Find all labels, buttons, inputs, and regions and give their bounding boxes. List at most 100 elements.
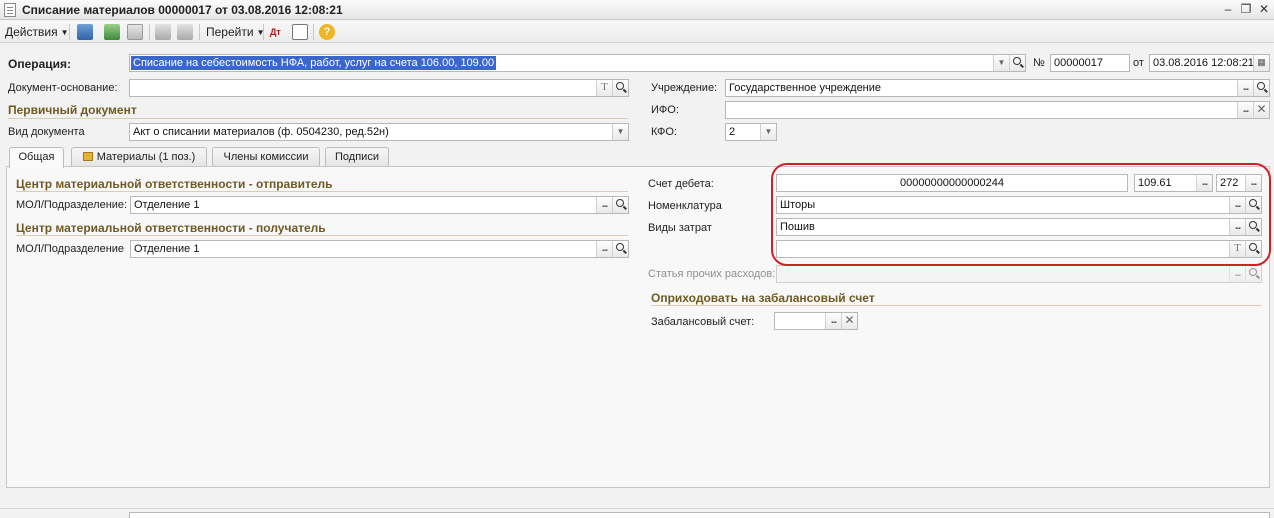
toolbar: Действия ▼ Перейти ▼ Дт ?: [0, 21, 1274, 43]
institution-label: Учреждение:: [651, 82, 718, 94]
date-value: 03.08.2016 12:08:21: [1153, 57, 1254, 69]
more-icon: ...: [1234, 268, 1241, 279]
more-icon: ...: [601, 243, 608, 254]
toolbar-divider: [149, 24, 150, 40]
section-divider: [16, 235, 628, 236]
offbalance-choose-button[interactable]: ...: [825, 313, 841, 329]
window-title-bar: Списание материалов 00000017 от 03.08.20…: [0, 0, 1274, 20]
operation-search-button[interactable]: [1009, 55, 1025, 71]
debit-credit-icon[interactable]: Дт: [270, 24, 286, 40]
bottom-strip: [0, 508, 1274, 518]
chevron-down-icon: ▼: [764, 127, 773, 136]
type-icon: T: [601, 81, 608, 93]
search-icon: [616, 199, 624, 207]
search-icon: [1013, 57, 1021, 65]
other-expenses-choose-button[interactable]: ...: [1229, 266, 1245, 282]
calendar-button[interactable]: ▦: [1253, 55, 1269, 71]
search-icon: [616, 243, 624, 251]
goto-menu[interactable]: Перейти ▼: [206, 25, 264, 39]
kfo-dropdown-button[interactable]: ▼: [760, 124, 776, 140]
institution-search-button[interactable]: [1253, 80, 1269, 96]
more-icon: ...: [830, 315, 837, 326]
calendar-icon: ▦: [1257, 57, 1266, 67]
institution-field[interactable]: Государственное учреждение ...: [725, 79, 1270, 97]
sender-section: Центр материальной ответственности - отп…: [16, 177, 333, 191]
copy-document-icon[interactable]: [127, 24, 143, 40]
sender-mol-value: Отделение 1: [134, 199, 200, 211]
other-expenses-label: Статья прочих расходов:: [648, 268, 776, 280]
basis-document-search-button[interactable]: [612, 80, 628, 96]
number-value: 00000017: [1054, 57, 1103, 69]
offbalance-label: Забалансовый счет:: [651, 316, 755, 328]
other-expenses-field[interactable]: ...: [776, 265, 1262, 283]
toolbar-divider: [313, 24, 314, 40]
number-label: №: [1033, 57, 1045, 69]
goto-menu-label: Перейти: [206, 25, 254, 39]
select-icon[interactable]: [177, 24, 193, 40]
receiver-mol-value: Отделение 1: [134, 243, 200, 255]
toolbar-divider: [263, 24, 264, 40]
minimize-icon[interactable]: –: [1220, 2, 1236, 17]
chevron-down-icon: ▼: [616, 127, 625, 136]
more-icon: ...: [601, 199, 608, 210]
basis-document-type-button[interactable]: T: [596, 80, 612, 96]
tab-signatures[interactable]: Подписи: [325, 147, 389, 167]
chevron-down-icon: ▼: [997, 58, 1006, 67]
debit-account-label: Счет дебета:: [648, 178, 714, 190]
close-icon[interactable]: ✕: [1256, 2, 1272, 17]
report-icon[interactable]: [292, 24, 308, 40]
ifo-choose-button[interactable]: ...: [1237, 102, 1253, 118]
operation-dropdown-button[interactable]: ▼: [993, 55, 1009, 71]
help-icon[interactable]: ?: [319, 24, 335, 40]
section-divider: [8, 118, 628, 119]
cost-type-label: Виды затрат: [648, 222, 712, 234]
other-expenses-search-button[interactable]: [1245, 266, 1261, 282]
offbalance-field[interactable]: ... ✕: [774, 312, 858, 330]
sender-mol-field[interactable]: Отделение 1 ...: [130, 196, 629, 214]
clear-icon: ✕: [844, 313, 855, 327]
actions-menu[interactable]: Действия ▼: [5, 25, 69, 39]
basis-document-label: Документ-основание:: [8, 82, 118, 94]
offbalance-section: Оприходовать на забалансовый счет: [651, 291, 875, 305]
table-icon: [82, 152, 93, 161]
ifo-field[interactable]: ... ✕: [725, 101, 1270, 119]
tab-general[interactable]: Общая: [9, 147, 64, 168]
tab-commission-members[interactable]: Члены комиссии: [212, 147, 320, 167]
more-icon: ...: [1242, 82, 1249, 93]
basis-document-field[interactable]: T: [129, 79, 629, 97]
operation-select[interactable]: Списание на себестоимость НФА, работ, ус…: [129, 54, 1026, 72]
restore-icon[interactable]: ❐: [1238, 2, 1254, 17]
document-type-select[interactable]: Акт о списании материалов (ф. 0504230, р…: [129, 123, 629, 141]
nomenclature-label: Номенклатура: [648, 200, 722, 212]
sender-mol-search-button[interactable]: [612, 197, 628, 213]
kfo-value: 2: [729, 126, 736, 138]
receiver-mol-field[interactable]: Отделение 1 ...: [130, 240, 629, 258]
section-divider: [16, 191, 628, 192]
date-field[interactable]: 03.08.2016 12:08:21 ▦: [1149, 54, 1270, 72]
search-icon: [1257, 82, 1265, 90]
post-document-icon[interactable]: [104, 24, 120, 40]
kfo-label: КФО:: [651, 126, 678, 138]
fill-icon[interactable]: [155, 24, 171, 40]
clear-icon: ✕: [1256, 102, 1267, 116]
tab-materials-label: Материалы (1 поз.): [96, 151, 196, 163]
receiver-mol-label: МОЛ/Подразделение: [16, 243, 125, 255]
document-icon: [4, 3, 16, 17]
comment-field[interactable]: [129, 512, 1270, 518]
offbalance-clear-button[interactable]: ✕: [841, 313, 857, 329]
tab-materials[interactable]: Материалы (1 поз.): [71, 147, 207, 167]
document-type-dropdown-button[interactable]: ▼: [612, 124, 628, 140]
sender-mol-choose-button[interactable]: ...: [596, 197, 612, 213]
highlight-ring: [771, 163, 1271, 266]
kfo-select[interactable]: 2 ▼: [725, 123, 777, 141]
ifo-clear-button[interactable]: ✕: [1253, 102, 1269, 118]
operation-value-selection: Списание на себестоимость НФА, работ, ус…: [131, 56, 497, 70]
toolbar-divider: [199, 24, 200, 40]
receiver-mol-search-button[interactable]: [612, 241, 628, 257]
save-and-close-icon[interactable]: [77, 24, 93, 40]
number-field[interactable]: 00000017: [1050, 54, 1130, 72]
primary-document-section: Первичный документ: [8, 103, 137, 117]
sender-mol-label: МОЛ/Подразделение:: [16, 199, 128, 211]
receiver-mol-choose-button[interactable]: ...: [596, 241, 612, 257]
institution-choose-button[interactable]: ...: [1237, 80, 1253, 96]
